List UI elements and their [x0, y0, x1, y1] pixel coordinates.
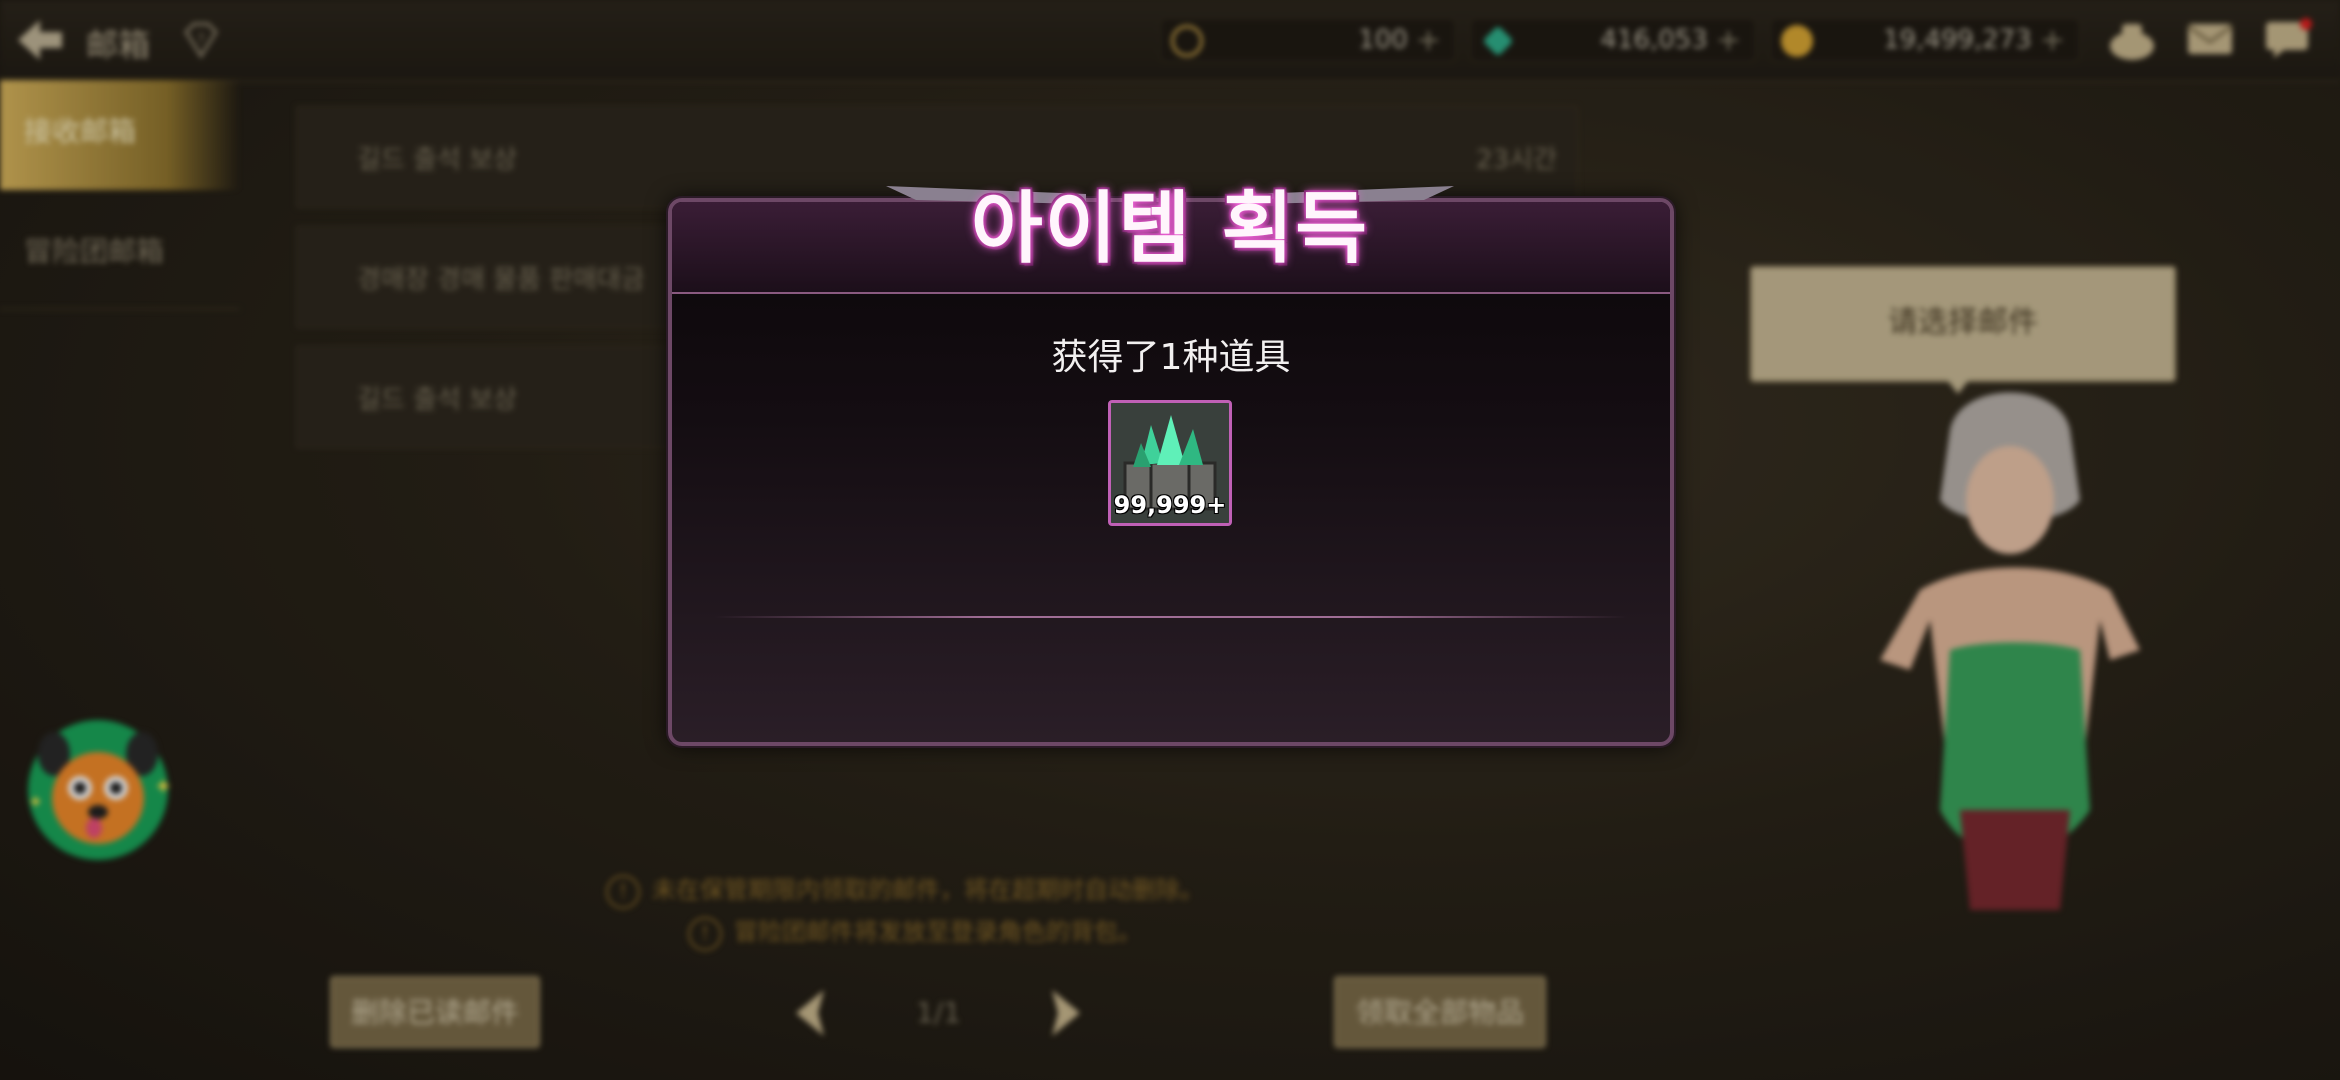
dialog-title: 아이템 획득: [971, 184, 1369, 274]
reward-item-slot[interactable]: 99,999+: [1108, 400, 1232, 526]
dialog-message: 获得了1种道具: [1051, 337, 1291, 378]
item-quantity: 99,999+: [1113, 491, 1227, 519]
dialog-divider: [714, 616, 1628, 618]
